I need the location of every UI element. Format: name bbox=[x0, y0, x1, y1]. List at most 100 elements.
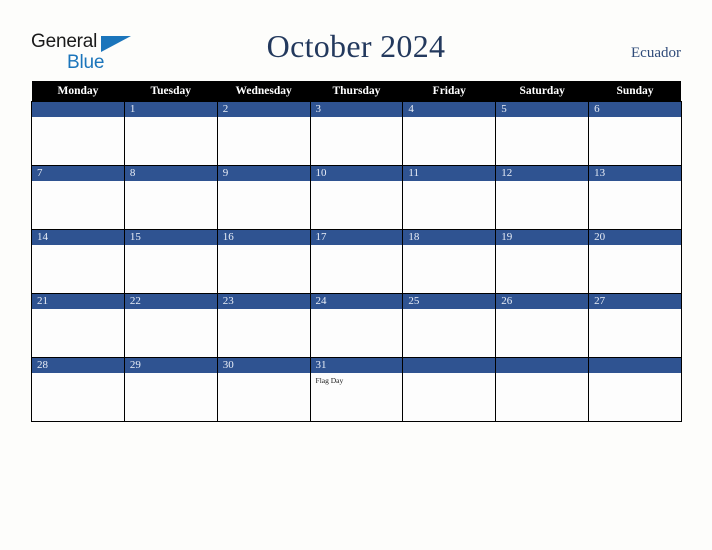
weekday-header-monday: Monday bbox=[31, 81, 125, 102]
day-number: 27 bbox=[589, 294, 681, 309]
calendar-empty-cell[interactable] bbox=[588, 357, 682, 422]
day-events bbox=[125, 373, 217, 421]
day-number: 4 bbox=[403, 102, 496, 117]
calendar-day-cell[interactable]: 8 bbox=[123, 165, 218, 230]
calendar-day-cell[interactable]: 23 bbox=[216, 293, 311, 358]
day-events bbox=[125, 309, 217, 357]
day-number: 29 bbox=[124, 358, 217, 373]
calendar-day-cell[interactable]: 6 bbox=[588, 101, 682, 166]
day-number: 7 bbox=[32, 166, 124, 181]
weekday-header-saturday: Saturday bbox=[495, 81, 589, 102]
calendar-empty-cell[interactable] bbox=[402, 357, 497, 422]
day-events bbox=[311, 181, 403, 229]
day-number: 15 bbox=[124, 230, 217, 245]
calendar-day-cell[interactable]: 2 bbox=[216, 101, 311, 166]
day-events bbox=[496, 117, 588, 165]
calendar-day-cell[interactable]: 5 bbox=[495, 101, 590, 166]
calendar-grid: Monday Tuesday Wednesday Thursday Friday Satu… bbox=[31, 81, 682, 422]
day-number: 20 bbox=[589, 230, 681, 245]
day-events bbox=[311, 245, 403, 293]
calendar-day-cell[interactable]: 31 Flag Day bbox=[309, 357, 404, 422]
day-number: 11 bbox=[403, 166, 496, 181]
calendar-day-cell[interactable]: 22 bbox=[123, 293, 218, 358]
calendar-table-body: 1 2 3 4 5 6 7 8 9 10 11 12 13 14 15 16 17 18 19 20 21 22 23 24 2… bbox=[31, 101, 682, 422]
day-number: 19 bbox=[496, 230, 589, 245]
calendar-day-cell[interactable]: 25 bbox=[402, 293, 497, 358]
day-number: 14 bbox=[32, 230, 124, 245]
calendar-day-cell[interactable]: 12 bbox=[495, 165, 590, 230]
day-number bbox=[32, 102, 124, 117]
day-number: 9 bbox=[217, 166, 310, 181]
day-events bbox=[32, 373, 124, 421]
day-events bbox=[589, 181, 681, 229]
day-number: 30 bbox=[217, 358, 310, 373]
calendar-day-cell[interactable]: 21 bbox=[31, 293, 125, 358]
day-number: 2 bbox=[217, 102, 310, 117]
day-events bbox=[311, 117, 403, 165]
day-events bbox=[218, 373, 310, 421]
calendar-table-head: Monday Tuesday Wednesday Thursday Friday Satu… bbox=[31, 81, 682, 102]
day-events bbox=[589, 245, 681, 293]
calendar-week-row: 14 15 16 17 18 19 20 bbox=[31, 229, 682, 294]
calendar-empty-cell[interactable] bbox=[31, 101, 125, 166]
calendar-day-cell[interactable]: 15 bbox=[123, 229, 218, 294]
day-events bbox=[32, 181, 124, 229]
weekday-header-friday: Friday bbox=[402, 81, 496, 102]
calendar-day-cell[interactable]: 20 bbox=[588, 229, 682, 294]
day-events bbox=[218, 245, 310, 293]
day-events: Flag Day bbox=[311, 373, 403, 421]
calendar-week-row: 123456 bbox=[31, 101, 682, 166]
calendar-day-cell[interactable]: 7 bbox=[31, 165, 125, 230]
day-events bbox=[125, 245, 217, 293]
day-number: 13 bbox=[589, 166, 681, 181]
day-events bbox=[32, 117, 124, 165]
calendar-day-cell[interactable]: 1 bbox=[123, 101, 218, 166]
calendar-day-cell[interactable]: 17 bbox=[309, 229, 404, 294]
calendar-day-cell[interactable]: 13 bbox=[588, 165, 682, 230]
weekday-header-thursday: Thursday bbox=[310, 81, 403, 102]
weekday-header-row: Monday Tuesday Wednesday Thursday Friday Satu… bbox=[31, 81, 682, 102]
day-events bbox=[311, 309, 403, 357]
calendar-day-cell[interactable]: 27 bbox=[588, 293, 682, 358]
day-events bbox=[589, 373, 681, 421]
day-event-label: Flag Day bbox=[315, 376, 344, 385]
country-label: Ecuador bbox=[631, 45, 681, 61]
day-number: 18 bbox=[403, 230, 496, 245]
calendar-day-cell[interactable]: 30 bbox=[216, 357, 311, 422]
page-title: October 2024 bbox=[266, 28, 446, 64]
day-number: 21 bbox=[32, 294, 124, 309]
calendar-day-cell[interactable]: 29 bbox=[123, 357, 218, 422]
day-number bbox=[496, 358, 589, 373]
day-events bbox=[32, 309, 124, 357]
day-number bbox=[403, 358, 496, 373]
weekday-header-tuesday: Tuesday bbox=[124, 81, 218, 102]
calendar-day-cell[interactable]: 18 bbox=[402, 229, 497, 294]
calendar-day-cell[interactable]: 24 bbox=[309, 293, 404, 358]
calendar-empty-cell[interactable] bbox=[495, 357, 590, 422]
calendar-day-cell[interactable]: 16 bbox=[216, 229, 311, 294]
calendar-day-cell[interactable]: 19 bbox=[495, 229, 590, 294]
calendar-page: General Blue October 2024 Ecuador Monday… bbox=[0, 0, 712, 550]
day-number: 16 bbox=[217, 230, 310, 245]
calendar-day-cell[interactable]: 14 bbox=[31, 229, 125, 294]
day-number: 24 bbox=[310, 294, 403, 309]
day-number: 5 bbox=[496, 102, 589, 117]
day-events bbox=[218, 117, 310, 165]
day-number: 25 bbox=[403, 294, 496, 309]
calendar-day-cell[interactable]: 28 bbox=[31, 357, 125, 422]
calendar-day-cell[interactable]: 4 bbox=[402, 101, 497, 166]
weekday-header-sunday: Sunday bbox=[588, 81, 682, 102]
day-number: 23 bbox=[217, 294, 310, 309]
calendar-day-cell[interactable]: 9 bbox=[216, 165, 311, 230]
day-events bbox=[403, 309, 495, 357]
day-events bbox=[403, 181, 495, 229]
day-events bbox=[589, 309, 681, 357]
calendar-day-cell[interactable]: 10 bbox=[309, 165, 404, 230]
page-header: General Blue October 2024 Ecuador bbox=[0, 0, 712, 81]
calendar-day-cell[interactable]: 11 bbox=[402, 165, 497, 230]
day-number bbox=[589, 358, 681, 373]
calendar-day-cell[interactable]: 3 bbox=[309, 101, 404, 166]
day-number: 22 bbox=[124, 294, 217, 309]
calendar-week-row: 21 22 23 24 25 26 27 bbox=[31, 293, 682, 358]
calendar-day-cell[interactable]: 26 bbox=[495, 293, 590, 358]
